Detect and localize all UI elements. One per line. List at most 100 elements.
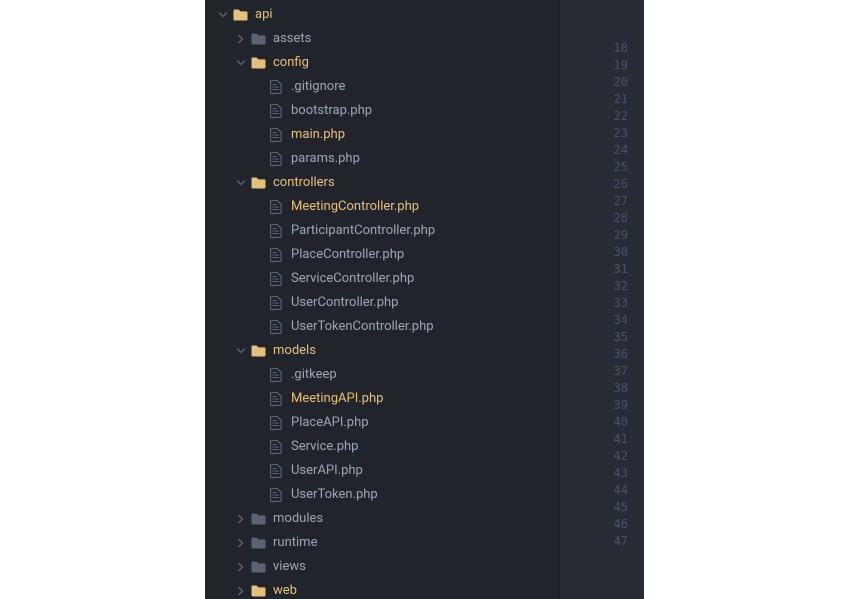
tree-file[interactable]: main.php <box>205 123 559 147</box>
chevron-right-icon <box>235 587 247 595</box>
line-number: 34 <box>560 312 644 329</box>
file-icon <box>268 224 284 238</box>
file-icon <box>268 320 284 334</box>
tree-item-label: PlaceController.php <box>291 243 551 267</box>
file-icon <box>268 152 284 166</box>
tree-item-label: main.php <box>291 123 551 147</box>
tree-file[interactable]: PlaceAPI.php <box>205 411 559 435</box>
folder-icon <box>250 537 266 549</box>
tree-folder[interactable]: models <box>205 339 559 363</box>
folder-icon <box>250 585 266 597</box>
line-number: 19 <box>560 57 644 74</box>
line-number: 38 <box>560 380 644 397</box>
tree-item-label: controllers <box>273 171 551 195</box>
file-icon <box>268 368 284 382</box>
chevron-right-icon <box>235 563 247 571</box>
tree-file[interactable]: bootstrap.php <box>205 99 559 123</box>
line-number: 23 <box>560 125 644 142</box>
line-number: 27 <box>560 193 644 210</box>
file-icon <box>268 80 284 94</box>
folder-icon <box>250 177 266 189</box>
tree-item-label: web <box>273 579 551 599</box>
line-number: 47 <box>560 533 644 550</box>
tree-file[interactable]: ServiceController.php <box>205 267 559 291</box>
tree-item-label: api <box>255 3 551 27</box>
line-number: 30 <box>560 244 644 261</box>
line-number: 40 <box>560 414 644 431</box>
tree-item-label: Service.php <box>291 435 551 459</box>
line-number: 37 <box>560 363 644 380</box>
chevron-right-icon <box>235 539 247 547</box>
tree-item-label: MeetingController.php <box>291 195 551 219</box>
file-icon <box>268 392 284 406</box>
line-number: 35 <box>560 329 644 346</box>
tree-folder[interactable]: runtime <box>205 531 559 555</box>
tree-file[interactable]: Service.php <box>205 435 559 459</box>
folder-icon <box>250 345 266 357</box>
tree-file[interactable]: MeetingAPI.php <box>205 387 559 411</box>
line-number: 39 <box>560 397 644 414</box>
tree-item-label: models <box>273 339 551 363</box>
file-icon <box>268 128 284 142</box>
tree-file[interactable]: UserAPI.php <box>205 459 559 483</box>
folder-icon <box>250 513 266 525</box>
editor-gutter: 1819202122232425262728293031323334353637… <box>559 0 644 599</box>
line-number: 22 <box>560 108 644 125</box>
tree-item-label: UserToken.php <box>291 483 551 507</box>
line-number: 20 <box>560 74 644 91</box>
line-number: 33 <box>560 295 644 312</box>
tree-item-label: modules <box>273 507 551 531</box>
tree-file[interactable]: UserTokenController.php <box>205 315 559 339</box>
tree-item-label: .gitkeep <box>291 363 551 387</box>
tree-item-label: params.php <box>291 147 551 171</box>
line-number: 21 <box>560 91 644 108</box>
tree-file[interactable]: .gitignore <box>205 75 559 99</box>
line-number: 43 <box>560 465 644 482</box>
tree-item-label: PlaceAPI.php <box>291 411 551 435</box>
tree-item-label: ServiceController.php <box>291 267 551 291</box>
tree-folder[interactable]: controllers <box>205 171 559 195</box>
tree-item-label: UserAPI.php <box>291 459 551 483</box>
tree-folder[interactable]: modules <box>205 507 559 531</box>
file-icon <box>268 440 284 454</box>
tree-folder[interactable]: config <box>205 51 559 75</box>
chevron-right-icon <box>235 515 247 523</box>
tree-item-label: UserTokenController.php <box>291 315 551 339</box>
tree-file[interactable]: .gitkeep <box>205 363 559 387</box>
tree-folder[interactable]: assets <box>205 27 559 51</box>
tree-folder[interactable]: views <box>205 555 559 579</box>
tree-item-label: assets <box>273 27 551 51</box>
tree-file[interactable]: PlaceController.php <box>205 243 559 267</box>
line-number: 29 <box>560 227 644 244</box>
tree-folder[interactable]: web <box>205 579 559 599</box>
line-number: 44 <box>560 482 644 499</box>
folder-icon <box>250 33 266 45</box>
line-number: 42 <box>560 448 644 465</box>
file-icon <box>268 488 284 502</box>
file-icon <box>268 296 284 310</box>
line-number: 36 <box>560 346 644 363</box>
file-icon <box>268 200 284 214</box>
tree-file[interactable]: UserController.php <box>205 291 559 315</box>
chevron-down-icon <box>235 179 247 187</box>
tree-file[interactable]: MeetingController.php <box>205 195 559 219</box>
chevron-right-icon <box>235 35 247 43</box>
file-icon <box>268 104 284 118</box>
line-number: 31 <box>560 261 644 278</box>
file-icon <box>268 248 284 262</box>
line-number: 18 <box>560 40 644 57</box>
file-icon <box>268 464 284 478</box>
tree-file[interactable]: UserToken.php <box>205 483 559 507</box>
file-tree: apiassetsconfig.gitignorebootstrap.phpma… <box>205 0 559 599</box>
chevron-down-icon <box>235 347 247 355</box>
tree-file[interactable]: params.php <box>205 147 559 171</box>
tree-file[interactable]: ParticipantController.php <box>205 219 559 243</box>
folder-icon <box>250 57 266 69</box>
tree-item-label: runtime <box>273 531 551 555</box>
line-number: 46 <box>560 516 644 533</box>
tree-item-label: MeetingAPI.php <box>291 387 551 411</box>
line-number: 28 <box>560 210 644 227</box>
tree-folder[interactable]: api <box>205 3 559 27</box>
file-icon <box>268 416 284 430</box>
tree-item-label: views <box>273 555 551 579</box>
